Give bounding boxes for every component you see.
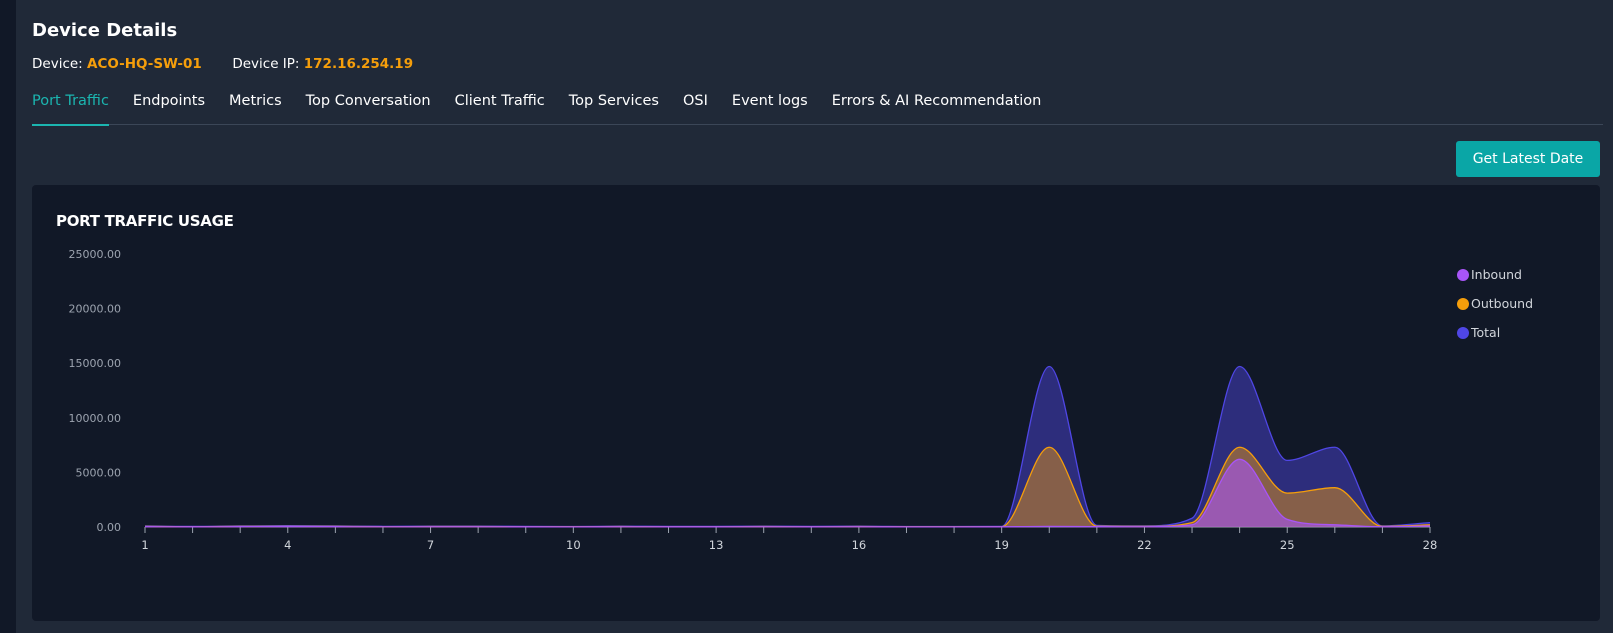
- y-tick-label: 15000.00: [69, 357, 122, 370]
- port-traffic-card: PORT TRAFFIC USAGE 0.00 5000.00 10000.00 15…: [32, 185, 1600, 621]
- tab-top-conversation[interactable]: Top Conversation: [306, 92, 431, 125]
- outbound-legend-dot: [1457, 297, 1469, 310]
- legend-item-total[interactable]: Total: [1457, 318, 1533, 347]
- left-sidebar-edge: [0, 0, 16, 633]
- x-tick-label: 4: [284, 538, 291, 552]
- tab-metrics[interactable]: Metrics: [229, 92, 282, 125]
- legend-item-inbound[interactable]: Inbound: [1457, 260, 1533, 289]
- legend-item-outbound[interactable]: Outbound: [1457, 289, 1533, 318]
- device-ip-value: 172.16.254.19: [303, 56, 414, 72]
- legend-label-inbound: Inbound: [1471, 267, 1522, 282]
- tab-errors-ai-recommendation[interactable]: Errors & AI Recommendation: [832, 92, 1042, 125]
- total-legend-dot: [1457, 326, 1469, 339]
- tab-port-traffic[interactable]: Port Traffic: [32, 92, 109, 126]
- x-tick-label: 22: [1137, 538, 1152, 552]
- legend-label-outbound: Outbound: [1471, 296, 1534, 311]
- device-label: Device:: [32, 56, 83, 72]
- device-name-value: ACO-HQ-SW-01: [87, 56, 202, 72]
- device-details-page: Device Details Device: ACO-HQ-SW-01 Devi…: [16, 0, 1613, 633]
- device-ip-label: Device IP:: [232, 56, 300, 72]
- inbound-series-area: [145, 459, 1430, 527]
- tab-event-logs[interactable]: Event logs: [732, 92, 808, 125]
- y-tick-label: 0.00: [97, 521, 122, 534]
- x-tick-label: 1: [141, 538, 148, 552]
- tab-client-traffic[interactable]: Client Traffic: [455, 92, 545, 125]
- x-tick-label: 10: [566, 538, 581, 552]
- x-tick-label: 7: [427, 538, 434, 552]
- page-title: Device Details: [32, 20, 178, 41]
- x-tick-label: 28: [1423, 538, 1438, 552]
- tab-bar: Port Traffic Endpoints Metrics Top Conve…: [32, 92, 1603, 126]
- get-latest-date-button[interactable]: Get Latest Date: [1456, 141, 1600, 177]
- tab-top-services[interactable]: Top Services: [569, 92, 659, 125]
- y-tick-label: 5000.00: [76, 466, 122, 479]
- inbound-legend-dot: [1457, 268, 1469, 281]
- y-tick-label: 10000.00: [69, 412, 122, 425]
- x-tick-label: 16: [852, 538, 867, 552]
- x-tick-label: 25: [1280, 538, 1295, 552]
- y-tick-label: 20000.00: [69, 303, 122, 316]
- y-tick-label: 25000.00: [69, 248, 122, 261]
- x-tick-label: 13: [709, 538, 724, 552]
- tab-endpoints[interactable]: Endpoints: [133, 92, 205, 125]
- port-traffic-chart: 0.00 5000.00 10000.00 15000.00 20000.00 25000…: [69, 248, 1438, 552]
- x-tick-label: 19: [994, 538, 1009, 552]
- device-info: Device: ACO-HQ-SW-01 Device IP: 172.16.2…: [32, 56, 413, 72]
- tab-osi[interactable]: OSI: [683, 92, 708, 125]
- chart-legend: Inbound Outbound Total: [1457, 260, 1533, 347]
- legend-label-total: Total: [1471, 325, 1501, 340]
